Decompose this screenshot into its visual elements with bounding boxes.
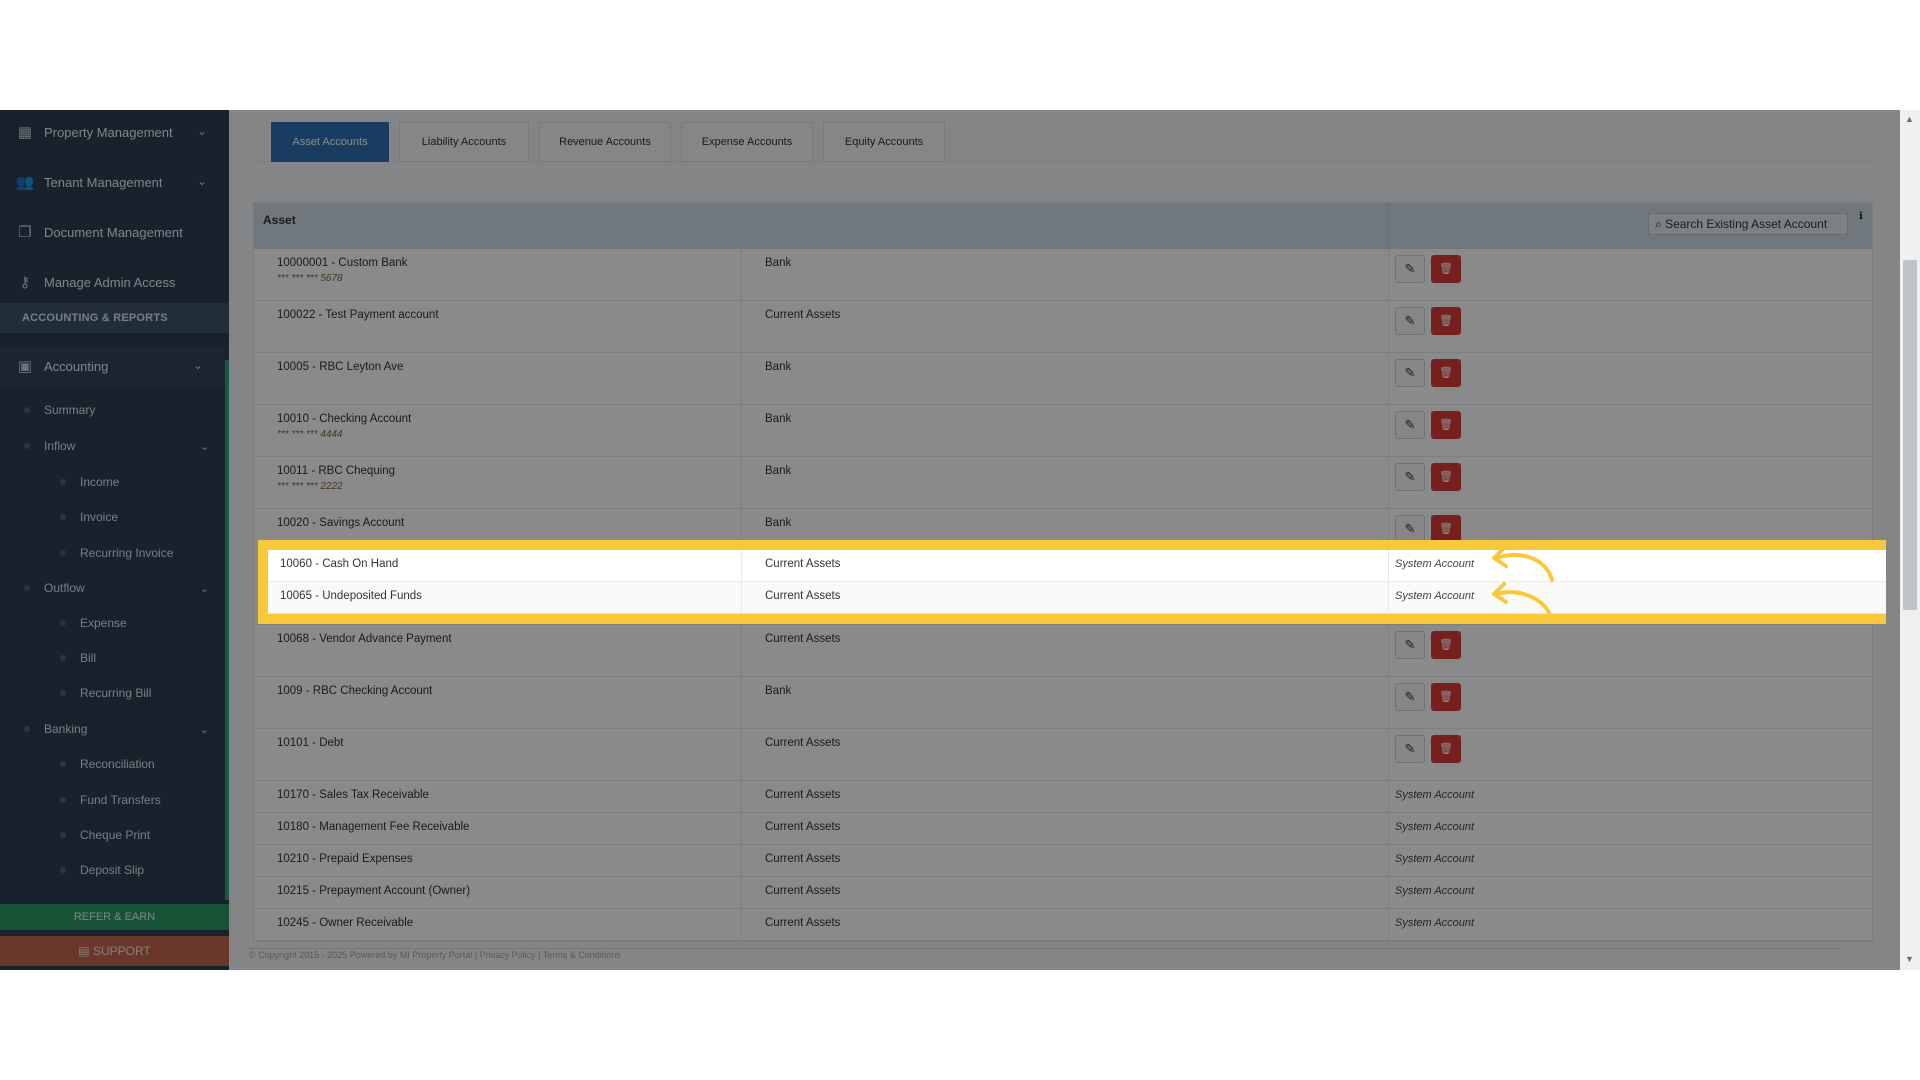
column-divider: [1388, 550, 1389, 581]
account-type: Current Assets: [765, 590, 841, 602]
page-scrollbar[interactable]: ▲ ▼: [1900, 110, 1920, 970]
account-type: Current Assets: [765, 558, 841, 570]
account-name: 10060 - Cash On Hand: [280, 558, 399, 570]
column-divider: [741, 550, 742, 581]
account-name: 10065 - Undeposited Funds: [280, 590, 422, 602]
system-account-label: System Account: [1395, 558, 1475, 570]
highlight-box: 10060 - Cash On Hand Current Assets Syst…: [258, 540, 1886, 624]
pointer-arrows: [1492, 546, 1554, 622]
system-account-label: System Account: [1395, 590, 1475, 602]
scroll-up-icon[interactable]: ▲: [1905, 114, 1914, 124]
column-divider: [741, 582, 742, 613]
table-row-highlighted[interactable]: 10065 - Undeposited Funds Current Assets…: [268, 582, 1886, 614]
scrollbar-thumb[interactable]: [1903, 260, 1917, 610]
arrow-icon: [1494, 590, 1554, 622]
app-frame: ▦ Property Management ⌄ 👥 Tenant Managem…: [0, 110, 1920, 970]
arrow-icon: [1494, 553, 1554, 582]
scroll-down-icon[interactable]: ▼: [1905, 954, 1914, 964]
table-row-highlighted[interactable]: 10060 - Cash On Hand Current Assets Syst…: [268, 550, 1886, 582]
column-divider: [1388, 582, 1389, 613]
